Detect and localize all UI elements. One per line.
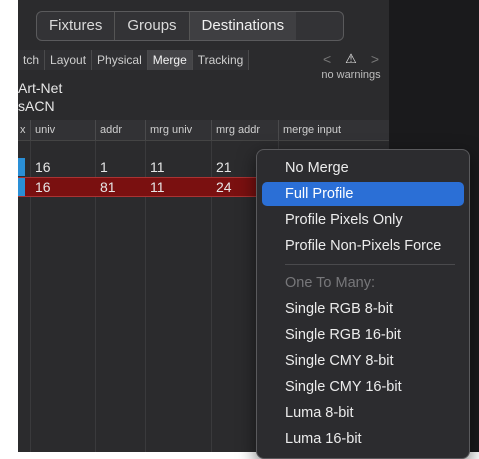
tab-destinations[interactable]: Destinations [189, 12, 297, 40]
tab-groups[interactable]: Groups [115, 12, 190, 40]
menu-item-luma-16bit[interactable]: Luma 16-bit [262, 427, 464, 451]
col-header-univ[interactable]: univ [30, 120, 95, 140]
cell-addr: 1 [100, 159, 108, 175]
subtab-physical[interactable]: Physical [92, 50, 148, 70]
warnings-status: no warnings [321, 69, 381, 81]
merge-input-dropdown-menu: No Merge Full Profile Profile Pixels Onl… [256, 149, 470, 459]
cell-univ: 16 [35, 179, 51, 195]
sub-tab-bar: tch Layout Physical Merge Tracking [18, 50, 250, 70]
menu-item-single-cmy-16bit[interactable]: Single CMY 16-bit [262, 375, 464, 399]
protocol-artnet: Art-Net [18, 80, 63, 96]
row-selection-marker [18, 178, 25, 196]
col-header-merge-input[interactable]: merge input [278, 120, 389, 140]
warning-icon: ⚠ [345, 51, 357, 66]
col-header-mrg-addr[interactable]: mrg addr [211, 120, 278, 140]
cell-mrg-univ: 11 [150, 159, 165, 175]
menu-item-single-rgb-16bit[interactable]: Single RGB 16-bit [262, 323, 464, 347]
cell-mrg-addr: 24 [216, 179, 232, 195]
table-header: x univ addr mrg univ mrg addr merge inpu… [18, 120, 389, 141]
menu-item-single-cmy-8bit[interactable]: Single CMY 8-bit [262, 349, 464, 373]
cell-univ: 16 [35, 159, 51, 175]
subtab-patch[interactable]: tch [18, 50, 46, 70]
menu-item-luma-8bit[interactable]: Luma 8-bit [262, 401, 464, 425]
col-header-addr[interactable]: addr [95, 120, 145, 140]
protocol-sacn: sACN [18, 98, 55, 114]
menu-item-profile-non-pixels-force[interactable]: Profile Non-Pixels Force [262, 234, 464, 258]
warnings-navigator: < ⚠ > no warnings [314, 50, 388, 90]
cell-mrg-univ: 11 [150, 179, 165, 195]
subtab-layout[interactable]: Layout [45, 50, 93, 70]
menu-separator [285, 264, 455, 265]
top-tab-bar: Fixtures Groups Destinations [36, 11, 344, 41]
menu-section-label: One To Many: [285, 275, 376, 291]
subtab-merge[interactable]: Merge [147, 50, 193, 70]
row-selection-marker [18, 158, 25, 176]
chevron-right-icon[interactable]: > [371, 50, 379, 68]
menu-item-profile-pixels-only[interactable]: Profile Pixels Only [262, 208, 464, 232]
menu-item-no-merge[interactable]: No Merge [262, 156, 464, 180]
menu-item-full-profile[interactable]: Full Profile [262, 182, 464, 206]
chevron-left-icon[interactable]: < [323, 50, 331, 68]
cell-addr: 81 [100, 179, 116, 195]
col-header-x[interactable]: x [18, 120, 30, 140]
tab-fixtures[interactable]: Fixtures [37, 12, 116, 40]
menu-item-single-rgb-8bit[interactable]: Single RGB 8-bit [262, 297, 464, 321]
subtab-tracking[interactable]: Tracking [192, 50, 250, 70]
cell-mrg-addr: 21 [216, 159, 232, 175]
col-header-mrg-univ[interactable]: mrg univ [145, 120, 211, 140]
